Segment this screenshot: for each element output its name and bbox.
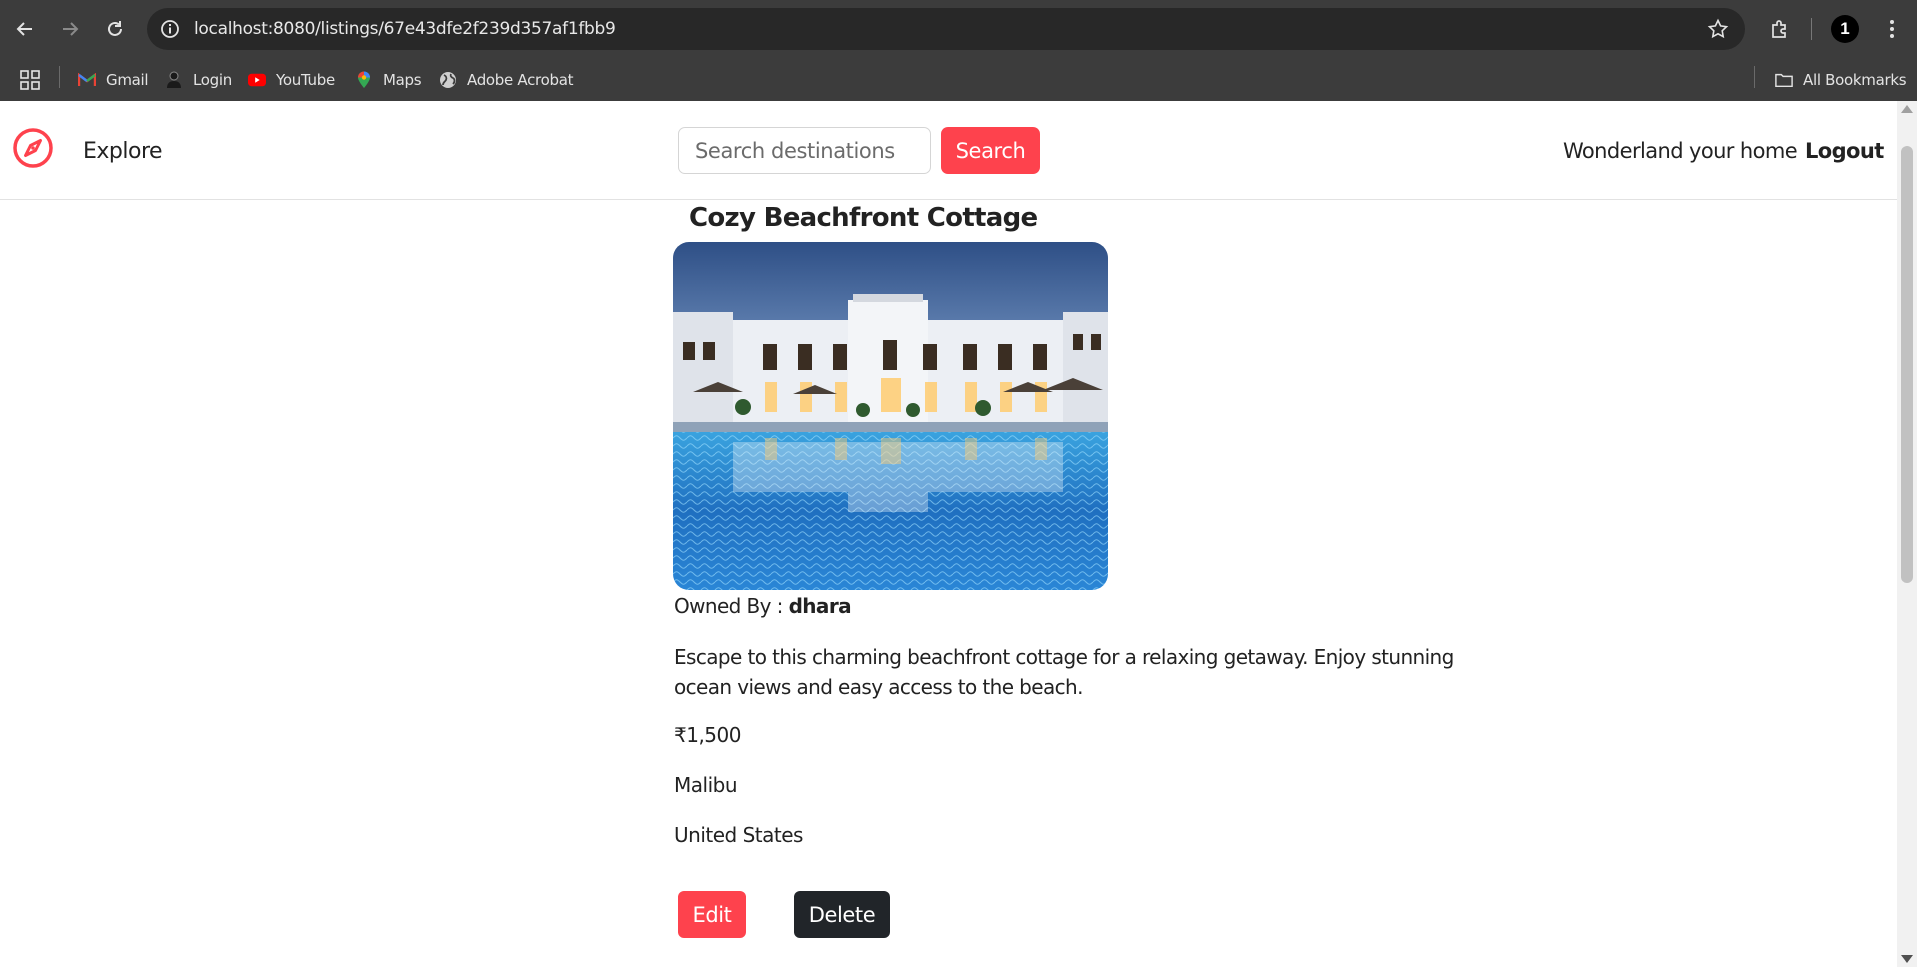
site-navbar: Explore Search Wonderland your home Logo… — [0, 101, 1897, 200]
bookmark-label: Adobe Acrobat — [467, 71, 574, 89]
browser-chrome: localhost:8080/listings/67e43dfe2f239d35… — [0, 0, 1917, 101]
compass-logo-icon[interactable] — [12, 127, 54, 169]
listing-description: Escape to this charming beachfront cotta… — [674, 645, 1454, 699]
address-bar[interactable]: localhost:8080/listings/67e43dfe2f239d35… — [147, 8, 1745, 50]
gmail-icon — [78, 71, 96, 89]
scroll-down-arrow-icon[interactable] — [1901, 955, 1913, 963]
apps-button[interactable] — [20, 68, 40, 92]
scroll-up-arrow-icon[interactable] — [1901, 105, 1913, 113]
page-scrollbar[interactable] — [1897, 101, 1917, 967]
bookmark-login[interactable]: Login — [165, 68, 232, 92]
page-viewport: Explore Search Wonderland your home Logo… — [0, 101, 1897, 967]
all-bookmarks-button[interactable]: All Bookmarks — [1775, 68, 1907, 92]
edit-button[interactable]: Edit — [678, 891, 746, 938]
forward-button[interactable] — [55, 14, 85, 44]
bookmark-youtube[interactable]: YouTube — [248, 68, 335, 92]
delete-button[interactable]: Delete — [794, 891, 890, 938]
logout-link[interactable]: Logout — [1805, 139, 1884, 163]
youtube-icon — [248, 71, 266, 89]
owner-label: Owned By : — [674, 594, 783, 618]
maps-icon — [355, 71, 373, 89]
reload-icon — [108, 21, 122, 36]
search-input[interactable] — [678, 127, 931, 174]
back-button[interactable] — [10, 14, 40, 44]
toolbar-divider — [1811, 18, 1812, 40]
forward-arrow-icon — [63, 22, 79, 36]
login-icon — [165, 71, 183, 89]
bookmark-star-icon[interactable] — [1707, 18, 1729, 40]
search-button[interactable]: Search — [941, 127, 1040, 174]
host-home-link[interactable]: Wonderland your home — [1563, 139, 1798, 163]
bookmark-maps[interactable]: Maps — [355, 68, 422, 92]
globe-icon — [439, 71, 457, 89]
profile-avatar[interactable]: 1 — [1831, 15, 1859, 43]
bookmark-label: Login — [193, 71, 232, 89]
bookmark-adobe-acrobat[interactable]: Adobe Acrobat — [439, 68, 573, 92]
browser-toolbar: localhost:8080/listings/67e43dfe2f239d35… — [0, 0, 1917, 58]
puzzle-icon — [1772, 20, 1786, 38]
bookmark-label: YouTube — [276, 71, 335, 89]
owner-line: Owned By : dhara — [674, 594, 852, 618]
browser-menu-button[interactable] — [1877, 14, 1907, 44]
scrollbar-thumb[interactable] — [1901, 146, 1913, 583]
listing-location: Malibu — [674, 773, 738, 797]
listing-image — [673, 242, 1108, 590]
extensions-button[interactable] — [1765, 14, 1795, 44]
folder-icon — [1775, 71, 1793, 89]
site-info-icon[interactable] — [159, 18, 181, 40]
kebab-menu-icon — [1890, 20, 1894, 38]
bookmark-label: Maps — [383, 71, 422, 89]
listing-country: United States — [674, 823, 803, 847]
back-arrow-icon — [16, 22, 32, 36]
apps-grid-icon — [20, 70, 40, 90]
all-bookmarks-label: All Bookmarks — [1803, 71, 1907, 89]
reload-button[interactable] — [100, 14, 130, 44]
bookmarks-divider — [59, 66, 60, 88]
bookmark-gmail[interactable]: Gmail — [78, 68, 149, 92]
listing-price: ₹1,500 — [674, 723, 741, 747]
bookmark-label: Gmail — [106, 71, 149, 89]
owner-name: dhara — [788, 594, 852, 618]
explore-link[interactable]: Explore — [83, 139, 163, 164]
bookmarks-divider — [1754, 66, 1755, 88]
url-text[interactable]: localhost:8080/listings/67e43dfe2f239d35… — [194, 19, 616, 39]
listing-title: Cozy Beachfront Cottage — [689, 203, 1038, 233]
